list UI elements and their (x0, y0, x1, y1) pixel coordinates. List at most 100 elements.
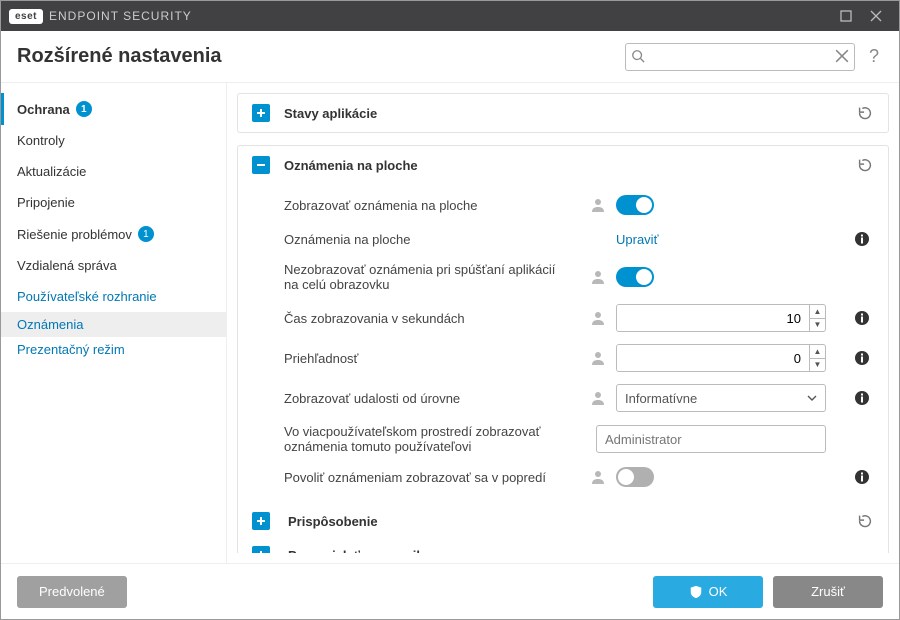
ok-button[interactable]: OK (653, 576, 763, 608)
row-label: Nezobrazovať oznámenia pri spúšťaní apli… (284, 262, 582, 292)
search-input[interactable] (625, 43, 855, 71)
ctrl (616, 467, 846, 487)
panel-stavy-aplikacie: Stavy aplikácie (237, 93, 889, 133)
panel-header[interactable]: Stavy aplikácie (238, 94, 888, 132)
row-transparency: Priehľadnosť ▲ ▼ (284, 338, 874, 378)
row-label: Povoliť oznámeniam zobrazovať sa v popre… (284, 470, 582, 485)
ctrl (596, 425, 846, 453)
sidebar-item-label: Aktualizácie (17, 164, 86, 179)
sidebar-item-label: Ochrana (17, 102, 70, 117)
toggle-show-desktop-notifications[interactable] (616, 195, 654, 215)
subpanel-title: Preposielať na e-mail (284, 548, 874, 554)
subpanel-preposielat-email[interactable]: Preposielať na e-mail (238, 538, 888, 553)
header-bar: Rozšírené nastavenia ? (1, 31, 899, 83)
brand-text: ENDPOINT SECURITY (49, 9, 192, 23)
sidebar-item-pripojenie[interactable]: Pripojenie (1, 187, 226, 218)
text-input-multiuser[interactable] (596, 425, 826, 453)
sidebar-badge: 1 (76, 101, 92, 117)
user-icon (590, 197, 606, 213)
sidebar-item-label: Používateľské rozhranie (17, 289, 157, 304)
brand-badge: eset (9, 9, 43, 24)
chevron-down-icon (807, 393, 817, 403)
spin-down[interactable]: ▼ (810, 359, 825, 372)
help-button[interactable]: ? (865, 46, 883, 67)
row-event-level: Zobrazovať udalosti od úrovne Informatív… (284, 378, 874, 418)
expand-icon (252, 546, 270, 553)
body: Ochrana 1 Kontroly Aktualizácie Pripojen… (1, 83, 899, 563)
spin-down[interactable]: ▼ (810, 319, 825, 332)
sidebar: Ochrana 1 Kontroly Aktualizácie Pripojen… (1, 83, 227, 563)
subpanel-title: Prispôsobenie (284, 514, 856, 529)
sidebar-item-ochrana[interactable]: Ochrana 1 (1, 93, 226, 125)
number-field[interactable] (617, 345, 809, 371)
info-icon[interactable] (854, 350, 874, 366)
sidebar-item-aktualizacie[interactable]: Aktualizácie (1, 156, 226, 187)
info-icon[interactable] (854, 390, 874, 406)
info-icon[interactable] (854, 469, 874, 485)
sidebar-item-label: Kontroly (17, 133, 65, 148)
ctrl: ▲ ▼ (616, 304, 846, 332)
default-button[interactable]: Predvolené (17, 576, 127, 608)
number-input-transparency: ▲ ▼ (616, 344, 826, 372)
sidebar-subitem-oznamenia[interactable]: Oznámenia (1, 312, 226, 337)
info-icon[interactable] (854, 310, 874, 326)
sidebar-item-label: Oznámenia (17, 317, 83, 332)
edit-link[interactable]: Upraviť (616, 232, 658, 247)
ctrl: Informatívne (616, 384, 846, 412)
panel-oznamenia-na-ploche: Oznámenia na ploche Zobrazovať oznámenia… (237, 145, 889, 553)
sidebar-subitem-prezentacny-rezim[interactable]: Prezentačný režim (1, 337, 226, 362)
search-icon (631, 49, 645, 63)
spinner: ▲ ▼ (809, 345, 825, 371)
user-icon (590, 269, 606, 285)
sidebar-item-kontroly[interactable]: Kontroly (1, 125, 226, 156)
panel-header[interactable]: Oznámenia na ploche (238, 146, 888, 184)
toggle-hide-on-fullscreen[interactable] (616, 267, 654, 287)
clear-search-icon[interactable] (835, 49, 849, 63)
window-maximize-button[interactable] (831, 1, 861, 31)
panel-title: Stavy aplikácie (284, 106, 856, 121)
subpanel-prisposobenie[interactable]: Prispôsobenie (238, 504, 888, 538)
shield-icon (689, 585, 703, 599)
spinner: ▲ ▼ (809, 305, 825, 331)
row-label: Oznámenia na ploche (284, 232, 608, 247)
sidebar-item-label: Riešenie problémov (17, 227, 132, 242)
app-window: eset ENDPOINT SECURITY Rozšírené nastave… (0, 0, 900, 620)
search-box (625, 43, 855, 71)
user-icon (590, 469, 606, 485)
reset-icon[interactable] (856, 104, 874, 122)
content-scroll[interactable]: Stavy aplikácie Oznámenia na ploche (237, 93, 895, 553)
window-close-button[interactable] (861, 1, 891, 31)
number-field[interactable] (617, 305, 809, 331)
row-label: Priehľadnosť (284, 351, 582, 366)
user-icon (590, 390, 606, 406)
sidebar-item-pouzivatelske-rozhranie[interactable]: Používateľské rozhranie (1, 281, 226, 312)
sidebar-item-riesenie-problemov[interactable]: Riešenie problémov 1 (1, 218, 226, 250)
panel-title: Oznámenia na ploche (284, 158, 856, 173)
ctrl (616, 195, 846, 215)
brand: eset ENDPOINT SECURITY (9, 9, 192, 24)
select-value: Informatívne (625, 391, 697, 406)
number-input-display-seconds: ▲ ▼ (616, 304, 826, 332)
row-multiuser-target: Vo viacpoužívateľskom prostredí zobrazov… (284, 418, 874, 460)
button-label: OK (709, 584, 728, 599)
row-label: Zobrazovať udalosti od úrovne (284, 391, 582, 406)
reset-icon[interactable] (856, 156, 874, 174)
spin-up[interactable]: ▲ (810, 345, 825, 359)
titlebar: eset ENDPOINT SECURITY (1, 1, 899, 31)
select-event-level[interactable]: Informatívne (616, 384, 826, 412)
page-title: Rozšírené nastavenia (17, 45, 615, 68)
sidebar-item-vzdialena-sprava[interactable]: Vzdialená správa (1, 250, 226, 281)
expand-icon (252, 512, 270, 530)
sidebar-item-label: Pripojenie (17, 195, 75, 210)
ctrl (616, 267, 846, 287)
user-icon (590, 350, 606, 366)
info-icon[interactable] (854, 231, 874, 247)
sidebar-badge: 1 (138, 226, 154, 242)
reset-icon[interactable] (856, 512, 874, 530)
toggle-allow-foreground[interactable] (616, 467, 654, 487)
cancel-button[interactable]: Zrušiť (773, 576, 883, 608)
footer: Predvolené OK Zrušiť (1, 563, 899, 619)
row-label: Vo viacpoužívateľskom prostredí zobrazov… (284, 424, 588, 454)
spin-up[interactable]: ▲ (810, 305, 825, 319)
user-icon (590, 310, 606, 326)
